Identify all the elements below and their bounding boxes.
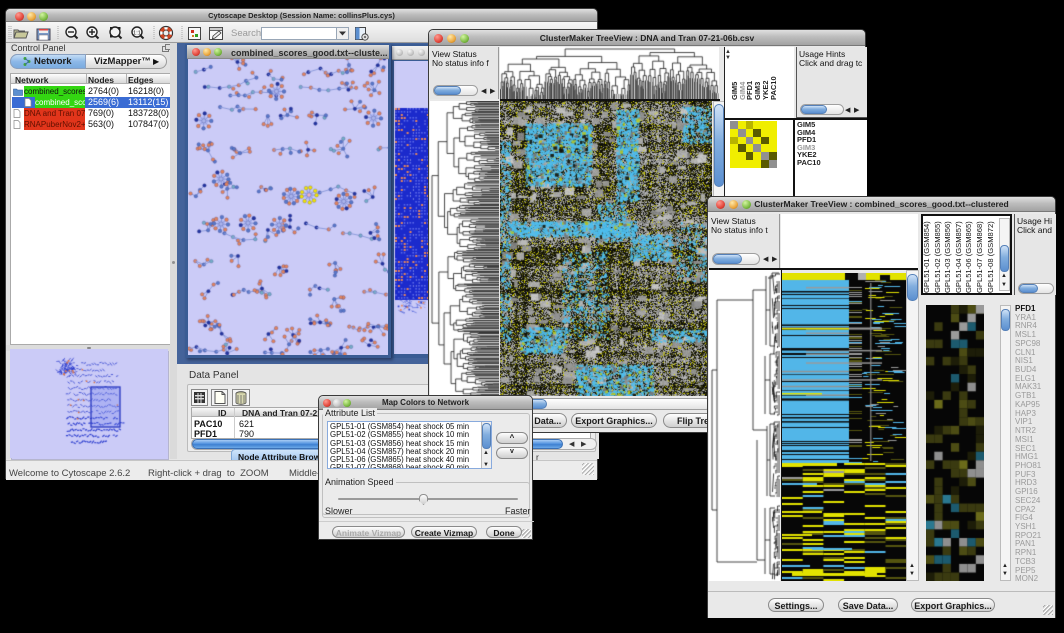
svg-text:Search:: Search: [231, 28, 264, 39]
svg-text:1:1: 1:1 [133, 31, 141, 37]
